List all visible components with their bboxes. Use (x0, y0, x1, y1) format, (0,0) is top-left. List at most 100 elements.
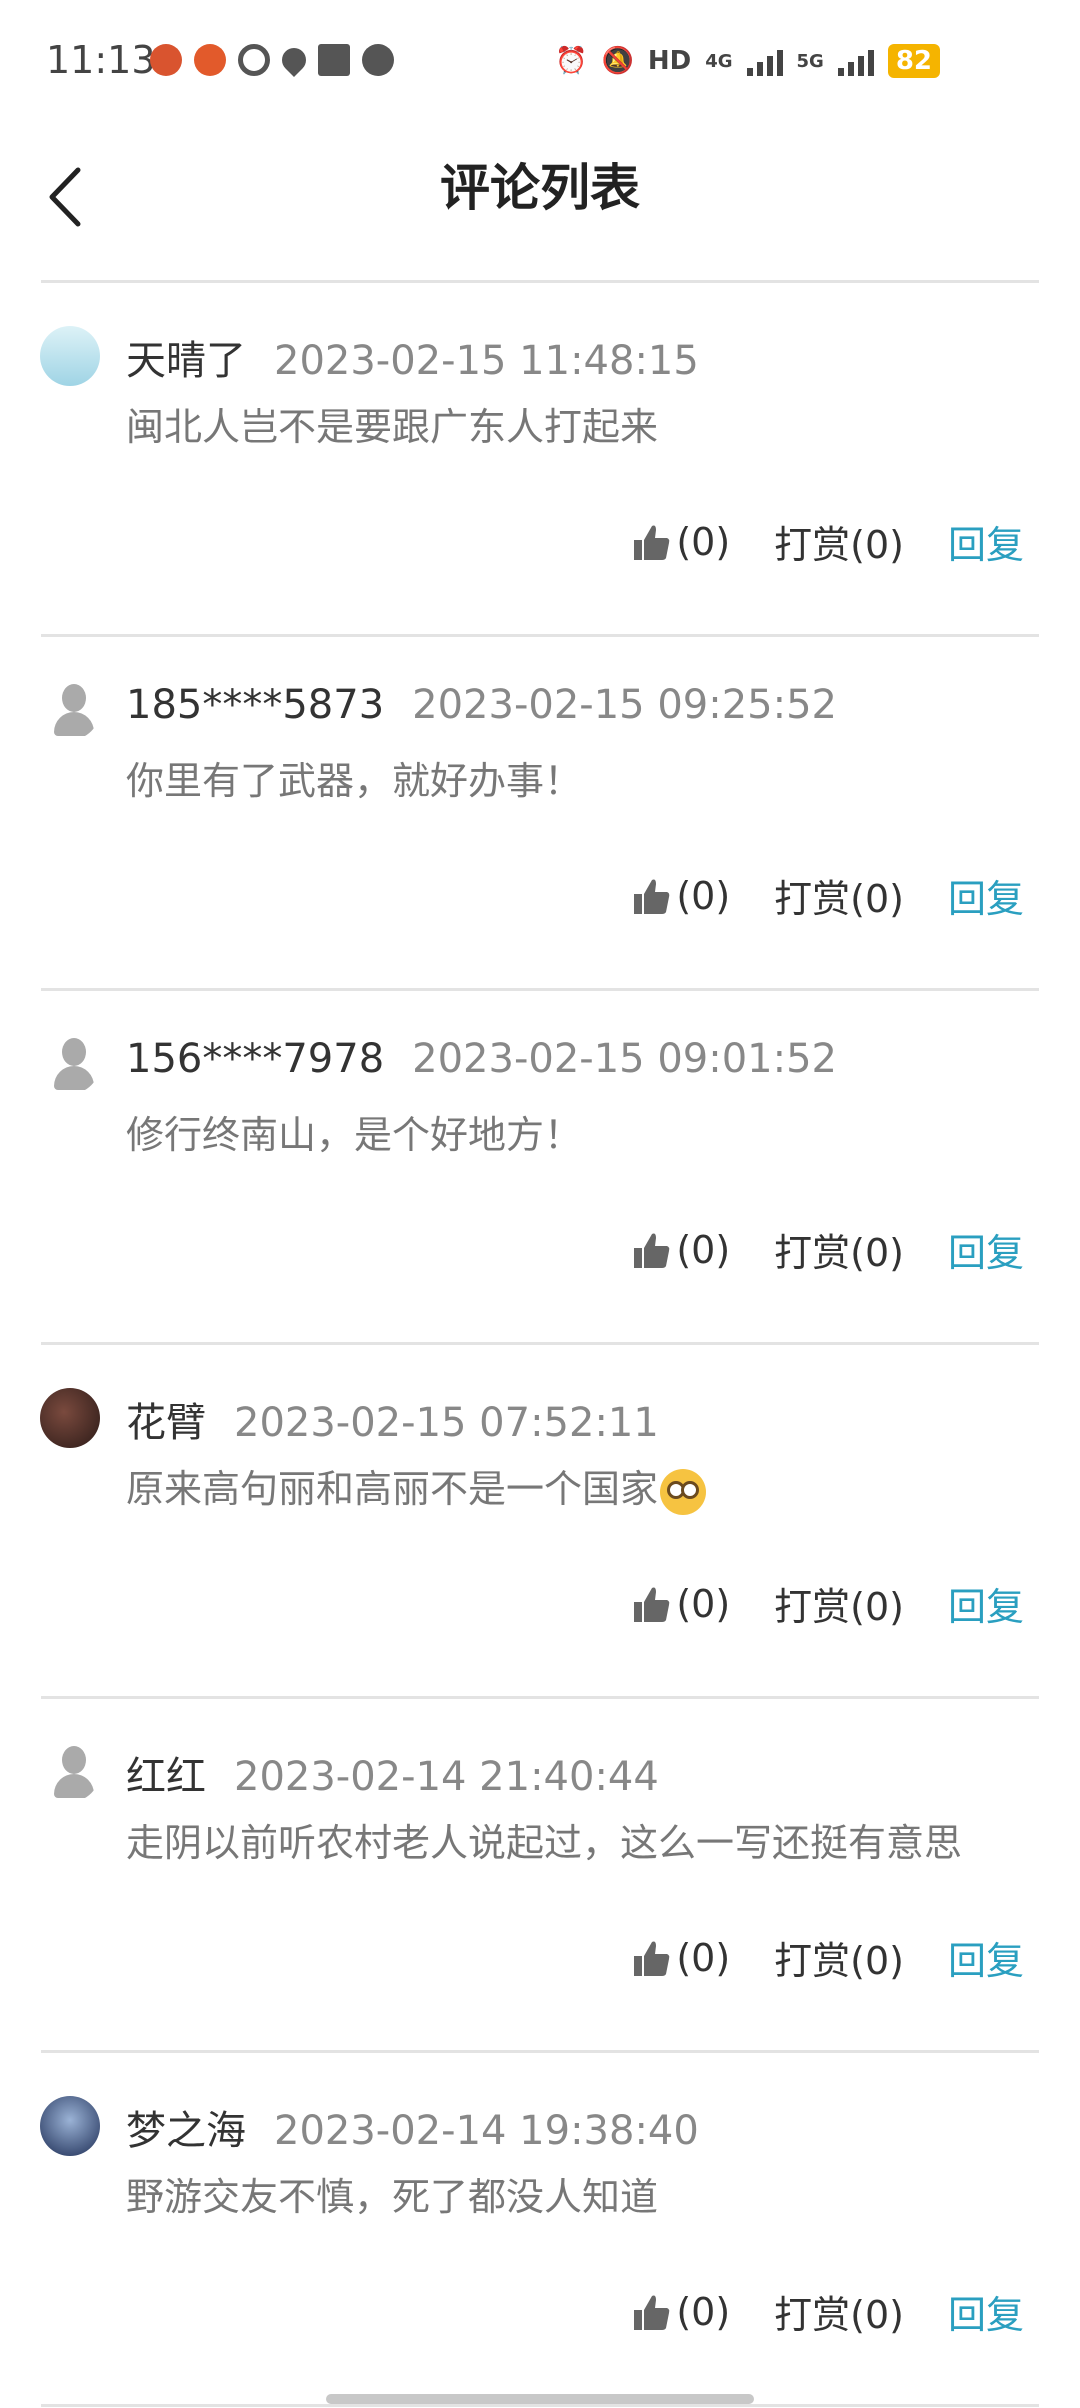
alarm-icon: ⏰ (555, 46, 588, 76)
comment-meta: 花臂 2023-02-15 07:52:11 (126, 1390, 659, 1448)
comment-time: 2023-02-14 19:38:40 (274, 2108, 699, 2154)
reply-button[interactable]: 回复 (948, 1576, 1024, 1631)
news-icon (318, 44, 350, 76)
comment-text: 走阴以前听农村老人说起过，这么一写还挺有意思 (126, 1821, 963, 1865)
avatar[interactable] (40, 1742, 100, 1802)
thumbs-up-icon (634, 879, 670, 914)
battery-indicator: 82 (887, 44, 940, 78)
comment-nickname[interactable]: 红红 (126, 1744, 206, 1802)
thumbs-up-icon (634, 1587, 670, 1622)
like-button[interactable]: (0) (632, 520, 730, 564)
app-icon (150, 44, 182, 76)
comment-meta: 185****5873 2023-02-15 09:25:52 (126, 682, 837, 728)
comment-actions: (0) 打赏(0) 回复 (632, 2284, 1024, 2339)
avatar[interactable] (40, 1388, 100, 1448)
comment-content: 走阴以前听农村老人说起过，这么一写还挺有意思 (126, 1812, 962, 1867)
comment-actions: (0) 打赏(0) 回复 (632, 868, 1024, 923)
reply-button[interactable]: 回复 (948, 868, 1024, 923)
status-time: 11:13 (46, 38, 156, 82)
thumbs-up-icon (634, 2295, 670, 2330)
avatar[interactable] (40, 2096, 100, 2156)
comment-time: 2023-02-15 09:25:52 (412, 682, 837, 728)
notification-icons (150, 43, 394, 77)
reward-button[interactable]: 打赏(0) (774, 1222, 904, 1277)
comment-time: 2023-02-15 09:01:52 (412, 1036, 837, 1082)
divider (41, 2404, 1039, 2407)
page-title: 评论列表 (440, 159, 640, 217)
avatar[interactable] (40, 1034, 100, 1094)
comment-item: 185****5873 2023-02-15 09:25:52 你里有了武器，就好办… (0, 636, 1080, 990)
network-5g-label: 5G (796, 50, 824, 72)
comment-item: 红红 2023-02-14 21:40:44 走阴以前听农村老人说起过，这么一写还挺… (0, 1698, 1080, 2052)
comment-meta: 天晴了 2023-02-15 11:48:15 (126, 328, 699, 386)
reward-button[interactable]: 打赏(0) (774, 1930, 904, 1985)
comment-nickname[interactable]: 天晴了 (126, 328, 246, 386)
reply-button[interactable]: 回复 (948, 514, 1024, 569)
comment-actions: (0) 打赏(0) 回复 (632, 1576, 1024, 1631)
app-icon (194, 44, 226, 76)
comment-item: 天晴了 2023-02-15 11:48:15 闽北人岂不是要跟广东人打起来 (0) 打… (0, 282, 1080, 636)
comment-item: 花臂 2023-02-15 07:52:11 原来高句丽和高丽不是一个国家 (0) 打赏… (0, 1344, 1080, 1698)
comment-actions: (0) 打赏(0) 回复 (632, 1930, 1024, 1985)
like-count: (0) (676, 519, 731, 564)
location-icon (277, 43, 311, 77)
like-count: (0) (676, 1227, 731, 1272)
comment-text: 野游交友不慎，死了都没人知道 (126, 2175, 659, 2219)
comment-nickname[interactable]: 185****5873 (126, 682, 384, 728)
hd-icon: HD (647, 46, 692, 76)
comment-actions: (0) 打赏(0) 回复 (632, 514, 1024, 569)
comment-item: 156****7978 2023-02-15 09:01:52 修行终南山，是个好地… (0, 990, 1080, 1344)
comment-time: 2023-02-15 07:52:11 (234, 1400, 659, 1446)
like-count: (0) (676, 1581, 731, 1626)
comment-meta: 梦之海 2023-02-14 19:38:40 (126, 2098, 699, 2156)
like-button[interactable]: (0) (632, 2290, 730, 2334)
flushed-face-icon (660, 1468, 707, 1515)
reply-button[interactable]: 回复 (948, 1930, 1024, 1985)
comment-meta: 红红 2023-02-14 21:40:44 (126, 1744, 659, 1802)
comment-actions: (0) 打赏(0) 回复 (632, 1222, 1024, 1277)
thumbs-up-icon (634, 525, 670, 560)
reward-button[interactable]: 打赏(0) (774, 514, 904, 569)
reward-button[interactable]: 打赏(0) (774, 868, 904, 923)
comment-content: 闽北人岂不是要跟广东人打起来 (126, 396, 658, 451)
comment-nickname[interactable]: 梦之海 (126, 2098, 246, 2156)
avatar[interactable] (40, 680, 100, 740)
comment-time: 2023-02-15 11:48:15 (274, 338, 699, 384)
comment-content: 你里有了武器，就好办事！ (126, 750, 582, 805)
like-button[interactable]: (0) (632, 1582, 730, 1626)
comment-content: 修行终南山，是个好地方！ (126, 1104, 582, 1159)
avatar[interactable] (40, 326, 100, 386)
comment-text: 修行终南山，是个好地方！ (126, 1113, 583, 1157)
page-header: 评论列表 (0, 126, 1080, 282)
comment-content: 原来高句丽和高丽不是一个国家 (126, 1458, 707, 1515)
like-count: (0) (676, 873, 731, 918)
signal-icon (837, 46, 874, 76)
reward-button[interactable]: 打赏(0) (774, 1576, 904, 1631)
like-count: (0) (676, 2289, 731, 2334)
comment-text: 原来高句丽和高丽不是一个国家 (126, 1467, 659, 1511)
thumbs-up-icon (634, 1233, 670, 1268)
comment-meta: 156****7978 2023-02-15 09:01:52 (126, 1036, 837, 1082)
thumbs-up-icon (634, 1941, 670, 1976)
comment-text: 闽北人岂不是要跟广东人打起来 (126, 405, 659, 449)
like-button[interactable]: (0) (632, 1228, 730, 1272)
comment-nickname[interactable]: 156****7978 (126, 1036, 384, 1082)
reply-button[interactable]: 回复 (948, 2284, 1024, 2339)
reply-button[interactable]: 回复 (948, 1222, 1024, 1277)
like-button[interactable]: (0) (632, 874, 730, 918)
system-icons: ⏰ 🔕 HD 4G 5G 82 (555, 44, 940, 78)
like-button[interactable]: (0) (632, 1936, 730, 1980)
comment-time: 2023-02-14 21:40:44 (234, 1754, 659, 1800)
mute-icon: 🔕 (601, 46, 634, 76)
comment-text: 你里有了武器，就好办事！ (126, 759, 583, 803)
home-indicator[interactable] (326, 2394, 754, 2404)
chat-icon (362, 44, 394, 76)
comment-item: 梦之海 2023-02-14 19:38:40 野游交友不慎，死了都没人知道 (0) 打… (0, 2052, 1080, 2406)
comment-content: 野游交友不慎，死了都没人知道 (126, 2166, 658, 2221)
q-icon (238, 44, 270, 76)
reward-button[interactable]: 打赏(0) (774, 2284, 904, 2339)
comment-nickname[interactable]: 花臂 (126, 1390, 206, 1448)
network-4g-label: 4G (705, 50, 733, 72)
signal-icon (746, 46, 783, 76)
status-bar: 11:13 ⏰ 🔕 HD 4G 5G 82 (0, 0, 1080, 126)
